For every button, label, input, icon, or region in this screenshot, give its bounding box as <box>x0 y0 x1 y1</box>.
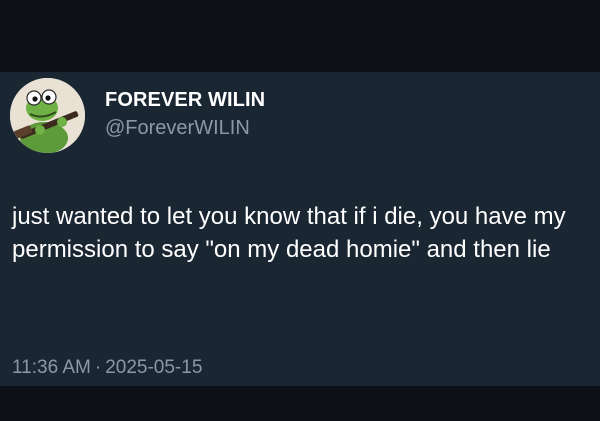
frog-avatar-icon <box>10 78 85 153</box>
page: FOREVER WILIN @ForeverWILIN just wanted … <box>0 0 600 421</box>
tweet-card: FOREVER WILIN @ForeverWILIN just wanted … <box>0 72 600 386</box>
tweet-date[interactable]: 2025-05-15 <box>105 357 202 378</box>
author-handle[interactable]: @ForeverWILIN <box>105 117 250 140</box>
tweet-timestamp: 11:36 AM · 2025-05-15 <box>12 357 202 379</box>
author-display-name[interactable]: FOREVER WILIN <box>105 89 265 112</box>
tweet-text: just wanted to let you know that if i di… <box>12 203 566 263</box>
tweet-time[interactable]: 11:36 AM <box>12 357 91 378</box>
profile-avatar[interactable] <box>10 78 85 153</box>
meta-separator: · <box>94 357 102 378</box>
